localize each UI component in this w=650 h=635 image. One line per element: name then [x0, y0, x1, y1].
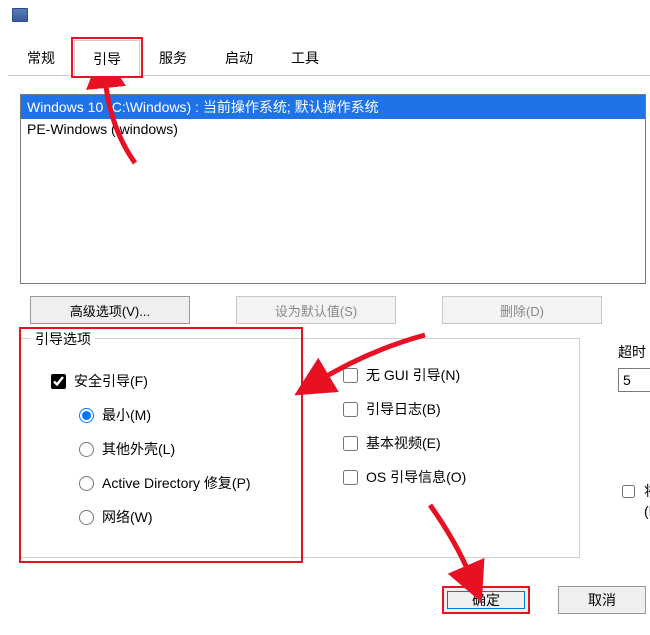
- no-gui-check-input[interactable]: [343, 368, 358, 383]
- timeout-area: 超时: [618, 342, 650, 392]
- advanced-options-button[interactable]: 高级选项(V)...: [30, 296, 190, 324]
- safe-boot-network-radio[interactable]: 网络(W): [79, 507, 251, 527]
- safe-boot-checkbox[interactable]: 安全引导(F): [51, 371, 251, 391]
- base-video-label: 基本视频(E): [366, 433, 441, 453]
- boot-entry[interactable]: PE-Windows (\windows): [21, 119, 645, 139]
- make-permanent-label: 将(K: [644, 482, 650, 521]
- boot-tab-content: Windows 10 (C:\Windows) : 当前操作系统; 默认操作系统…: [10, 82, 650, 635]
- set-default-button: 设为默认值(S): [236, 296, 396, 324]
- cancel-button[interactable]: 取消: [558, 586, 646, 614]
- tab-services[interactable]: 服务: [140, 39, 206, 75]
- boot-log-check-input[interactable]: [343, 402, 358, 417]
- tab-tools[interactable]: 工具: [272, 39, 338, 75]
- tab-boot[interactable]: 引导: [74, 40, 140, 76]
- safe-boot-label: 安全引导(F): [74, 371, 148, 391]
- boot-options-group: 引导选项 安全引导(F) 最小(M) 其他外壳(L) Active Direct…: [20, 338, 580, 558]
- tab-startup[interactable]: 启动: [206, 39, 272, 75]
- network-radio-label: 网络(W): [102, 507, 153, 527]
- timeout-input[interactable]: [618, 368, 650, 392]
- boot-log-label: 引导日志(B): [366, 399, 441, 419]
- no-gui-checkbox[interactable]: 无 GUI 引导(N): [343, 365, 466, 385]
- boot-entries-list[interactable]: Windows 10 (C:\Windows) : 当前操作系统; 默认操作系统…: [20, 94, 646, 284]
- boot-flags-column: 无 GUI 引导(N) 引导日志(B) 基本视频(E) OS 引导信息(O): [343, 365, 466, 487]
- adrepair-radio-input[interactable]: [79, 476, 94, 491]
- network-radio-input[interactable]: [79, 510, 94, 525]
- minimal-radio-label: 最小(M): [102, 405, 151, 425]
- ok-button[interactable]: 确定: [442, 586, 530, 614]
- altshell-radio-input[interactable]: [79, 442, 94, 457]
- safe-boot-column: 安全引导(F) 最小(M) 其他外壳(L) Active Directory 修…: [51, 371, 251, 527]
- safe-boot-check-input[interactable]: [51, 374, 66, 389]
- app-icon: [12, 8, 28, 22]
- base-video-check-input[interactable]: [343, 436, 358, 451]
- tab-general[interactable]: 常规: [8, 39, 74, 75]
- minimal-radio-input[interactable]: [79, 408, 94, 423]
- os-info-label: OS 引导信息(O): [366, 467, 466, 487]
- boot-entry-selected[interactable]: Windows 10 (C:\Windows) : 当前操作系统; 默认操作系统: [21, 95, 645, 119]
- timeout-label: 超时: [618, 342, 650, 362]
- safe-boot-minimal-radio[interactable]: 最小(M): [79, 405, 251, 425]
- make-permanent-check-input[interactable]: [622, 484, 635, 499]
- safe-boot-altshell-radio[interactable]: 其他外壳(L): [79, 439, 251, 459]
- os-info-checkbox[interactable]: OS 引导信息(O): [343, 467, 466, 487]
- boot-list-buttons: 高级选项(V)... 设为默认值(S) 删除(D): [30, 296, 650, 324]
- make-permanent-checkbox[interactable]: 将(K: [618, 482, 650, 521]
- altshell-radio-label: 其他外壳(L): [102, 439, 175, 459]
- no-gui-label: 无 GUI 引导(N): [366, 365, 460, 385]
- delete-button: 删除(D): [442, 296, 602, 324]
- boot-log-checkbox[interactable]: 引导日志(B): [343, 399, 466, 419]
- base-video-checkbox[interactable]: 基本视频(E): [343, 433, 466, 453]
- dialog-buttons: 确定 取消: [442, 586, 646, 614]
- tab-strip: 常规 引导 服务 启动 工具: [8, 42, 650, 76]
- os-info-check-input[interactable]: [343, 470, 358, 485]
- safe-boot-adrepair-radio[interactable]: Active Directory 修复(P): [79, 473, 251, 493]
- adrepair-radio-label: Active Directory 修复(P): [102, 473, 251, 493]
- boot-options-title: 引导选项: [31, 329, 95, 349]
